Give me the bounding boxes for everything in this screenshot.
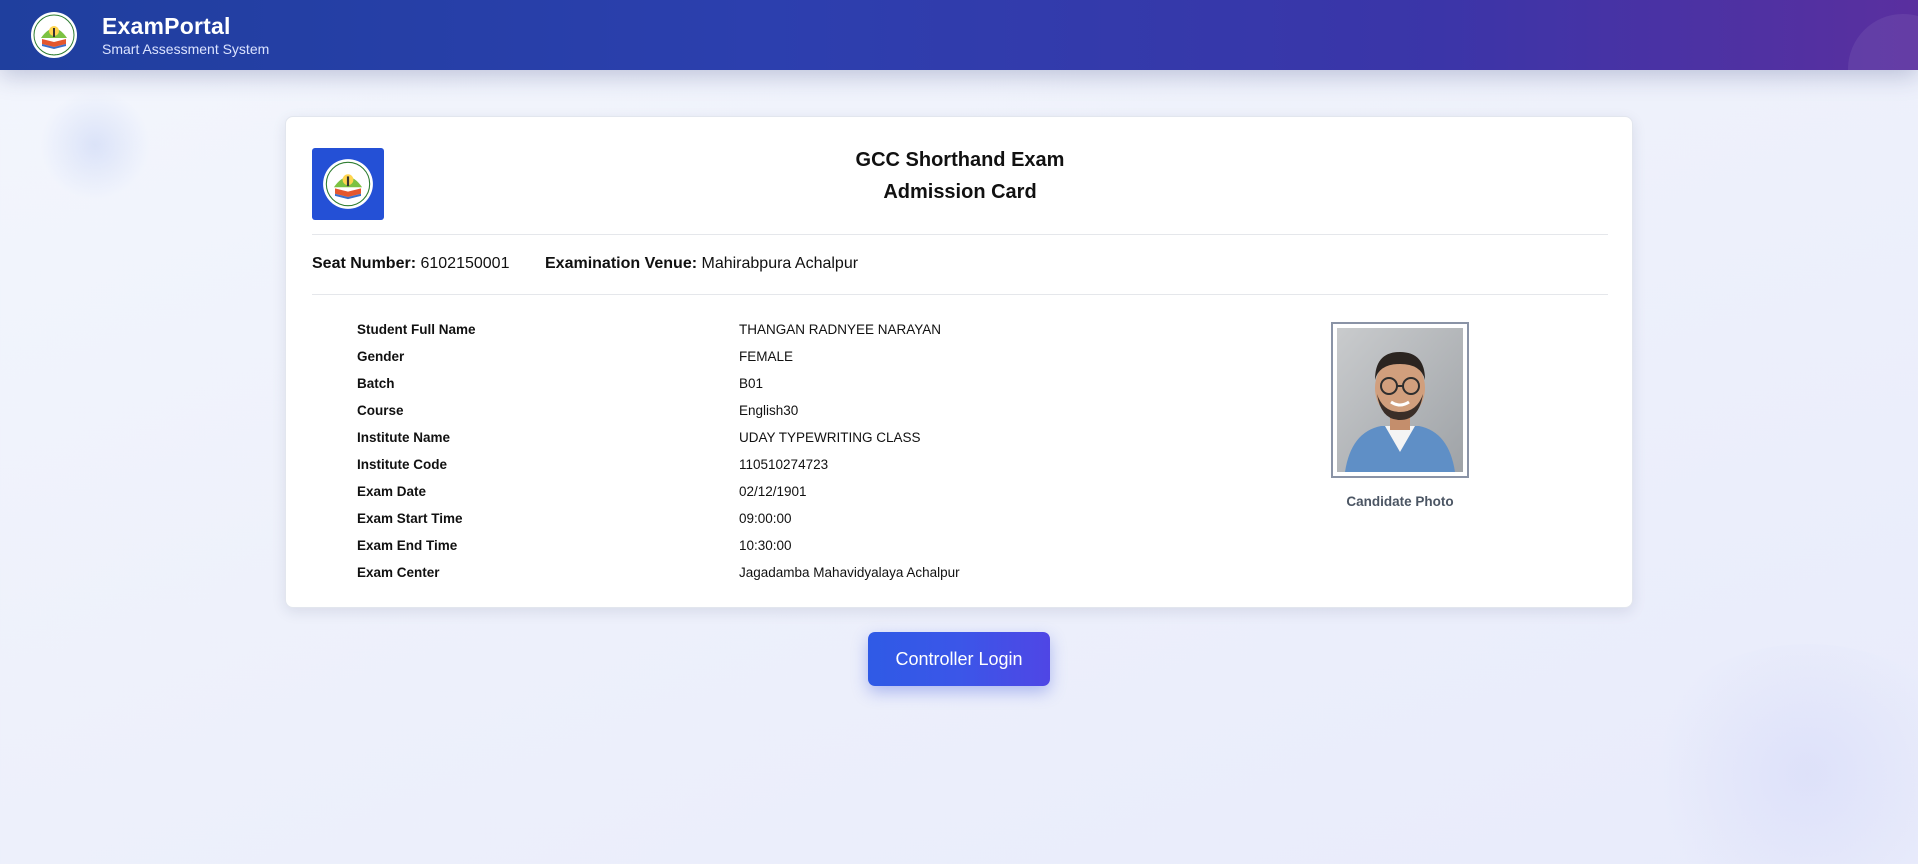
photo-caption: Candidate Photo [1346, 494, 1454, 509]
admission-card: GCC Shorthand Exam Admission Card Seat N… [285, 116, 1633, 608]
detail-label: Exam Date [357, 484, 427, 499]
detail-value: FEMALE [739, 349, 794, 364]
exam-title: GCC Shorthand Exam [855, 149, 1065, 171]
detail-label: Exam Center [357, 565, 440, 580]
detail-value: 110510274723 [739, 457, 829, 472]
header-decoration [1848, 14, 1918, 70]
detail-label: Gender [357, 349, 405, 364]
venue-value: Mahirabpura Achalpur [701, 255, 859, 272]
svg-text:- - - -: - - - - [50, 52, 59, 56]
app-name: ExamPortal [102, 13, 231, 39]
detail-value: THANGAN RADNYEE NARAYAN [739, 322, 942, 337]
background-glow [40, 90, 150, 200]
divider [312, 294, 1608, 295]
card-title: Admission Card [883, 181, 1037, 203]
candidate-portrait-image [1337, 328, 1463, 472]
detail-value: English30 [739, 403, 799, 418]
detail-value: 09:00:00 [739, 511, 792, 526]
seat-number: Seat Number: 6102150001 [312, 255, 509, 273]
detail-value: UDAY TYPEWRITING CLASS [739, 430, 921, 445]
controller-login-button[interactable]: Controller Login [868, 632, 1050, 686]
exam-board-emblem-icon[interactable]: - - - - [30, 11, 78, 59]
detail-label: Student Full Name [357, 322, 476, 337]
venue-label: Examination Venue: [545, 255, 698, 272]
seat-number-label: Seat Number: [312, 255, 417, 272]
detail-label: Exam Start Time [357, 511, 463, 526]
detail-value: 02/12/1901 [739, 484, 807, 499]
candidate-photo [1331, 322, 1469, 478]
background-glow-secondary [1638, 644, 1918, 864]
detail-value: 10:30:00 [739, 538, 792, 553]
detail-value: Jagadamba Mahavidyalaya Achalpur [739, 565, 960, 580]
top-header: - - - - ExamPortal Smart Assessment Syst… [0, 0, 1918, 70]
app-tagline: Smart Assessment System [102, 41, 270, 57]
divider [312, 234, 1608, 235]
detail-label: Exam End Time [357, 538, 458, 553]
examination-venue: Examination Venue: Mahirabpura Achalpur [545, 255, 858, 273]
detail-label: Institute Name [357, 430, 451, 445]
seat-number-value: 6102150001 [420, 255, 510, 272]
detail-value: B01 [739, 376, 764, 391]
detail-label: Course [357, 403, 404, 418]
detail-label: Institute Code [357, 457, 447, 472]
detail-label: Batch [357, 376, 395, 391]
